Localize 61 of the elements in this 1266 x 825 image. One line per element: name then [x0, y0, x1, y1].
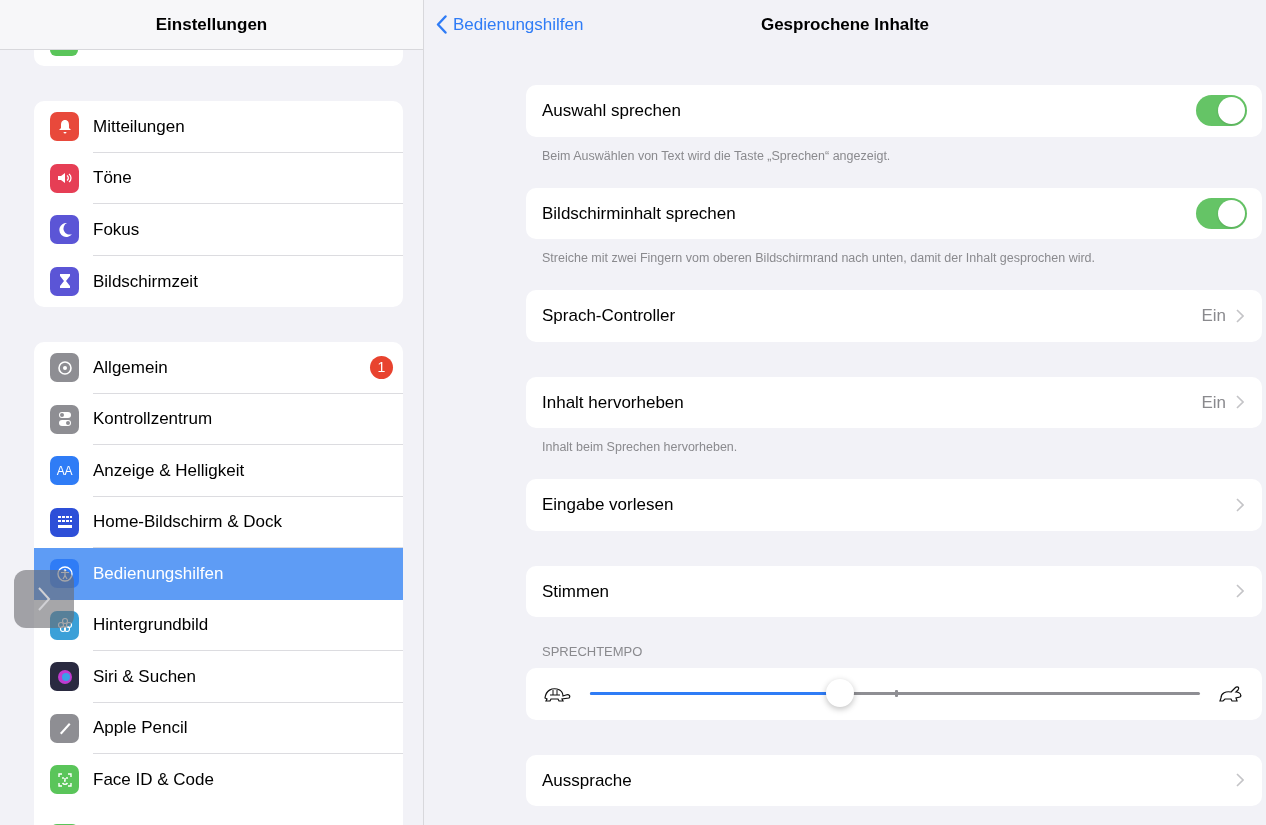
- toggle-switch[interactable]: [1196, 95, 1247, 127]
- sidebar-item-label: Kontrollzentrum: [93, 408, 214, 430]
- sidebar-item-label: Home-Bildschirm & Dock: [93, 511, 283, 533]
- chevron-right-icon: [1236, 395, 1244, 410]
- sidebar-item[interactable]: Face ID & Code: [34, 754, 403, 806]
- sidebar-item[interactable]: Fokus: [34, 204, 403, 256]
- back-button[interactable]: Bedienungshilfen: [436, 12, 584, 38]
- setting-row[interactable]: Sprach-Controller Ein: [526, 290, 1262, 342]
- sidebar-item[interactable]: Mitteilungen: [34, 101, 403, 153]
- notification-badge: 1: [370, 355, 393, 379]
- setting-label: Inhalt hervorheben: [542, 391, 685, 414]
- section-footer: Streiche mit zwei Fingern vom oberen Bildschirmrand nach unten, damit der Inhalt gesprochen wird.: [526, 239, 1262, 273]
- setting-row[interactable]: Eingabe vorlesen: [526, 479, 1262, 531]
- section-footer: Inhalt beim Sprechen hervorheben.: [526, 428, 1262, 462]
- speech-rate-slider[interactable]: [590, 678, 1200, 709]
- chevron-right-icon: [37, 586, 51, 612]
- floating-handle[interactable]: [14, 570, 74, 628]
- sidebar-item[interactable]: Hintergrundbild: [34, 599, 403, 651]
- slider-thumb[interactable]: [826, 679, 855, 708]
- sidebar-item[interactable]: Kontrollzentrum: [34, 393, 403, 445]
- toggle-switch[interactable]: [1196, 197, 1247, 229]
- sidebar-item-label: Töne: [93, 167, 133, 189]
- sidebar-item-label: Face ID & Code: [93, 769, 215, 791]
- sidebar-item-label: Fokus: [93, 218, 141, 241]
- section-header: SPRECHTEMPO: [541, 643, 644, 661]
- section-footer: Beim Auswählen von Text wird die Taste „Sprechen“ angezeigt.: [526, 136, 1262, 171]
- setting-value: Ein: [1201, 391, 1226, 414]
- chevron-right-icon: [1236, 584, 1244, 599]
- setting-label: Aussprache: [542, 769, 633, 792]
- setting-row[interactable]: Inhalt hervorheben Ein: [526, 376, 1262, 428]
- sidebar-item[interactable]: Bildschirmzeit: [34, 255, 403, 307]
- sidebar-item[interactable]: Töne: [34, 152, 403, 204]
- setting-label: Sprach-Controller: [542, 305, 677, 327]
- sidebar-title: Einstellungen: [155, 13, 268, 36]
- sidebar-item-label: Siri & Suchen: [93, 665, 197, 688]
- sidebar-item-label: Anzeige & Helligkeit: [93, 459, 246, 482]
- chevron-right-icon: [1236, 308, 1244, 323]
- setting-label: Eingabe vorlesen: [542, 494, 675, 516]
- chevron-right-icon: [1236, 773, 1244, 788]
- chevron-right-icon: [1236, 497, 1244, 512]
- sidebar-item-label: Bedienungshilfen: [93, 563, 225, 585]
- sidebar-item-label: Bildschirmzeit: [93, 270, 199, 293]
- setting-label: Stimmen: [542, 580, 611, 603]
- sidebar-item-label: Apple Pencil: [93, 717, 189, 739]
- app-icon: [50, 50, 78, 56]
- sidebar-item-label: Allgemein: [93, 356, 169, 379]
- rabbit-icon: [1218, 683, 1244, 704]
- sidebar-item[interactable]: Siri & Suchen: [34, 651, 403, 703]
- chevron-left-icon: [436, 15, 447, 35]
- app-icon: AA: [50, 456, 79, 486]
- setting-row[interactable]: Stimmen: [526, 565, 1262, 617]
- setting-row[interactable]: Aussprache: [526, 754, 1262, 806]
- sidebar-item[interactable]: Allgemein 1: [34, 342, 403, 394]
- sidebar-item[interactable]: AA Anzeige & Helligkeit: [34, 445, 403, 497]
- sidebar-item[interactable]: Apple Pencil: [34, 702, 403, 754]
- sidebar-item-label: Mitteilungen: [93, 115, 186, 138]
- setting-label: Bildschirminhalt sprechen: [542, 202, 737, 225]
- sidebar-item-label: Hintergrundbild: [93, 614, 210, 636]
- setting-value: Ein: [1201, 305, 1226, 327]
- setting-label: Auswahl sprechen: [542, 100, 682, 122]
- page-title: Gesprochene Inhalte: [760, 14, 930, 37]
